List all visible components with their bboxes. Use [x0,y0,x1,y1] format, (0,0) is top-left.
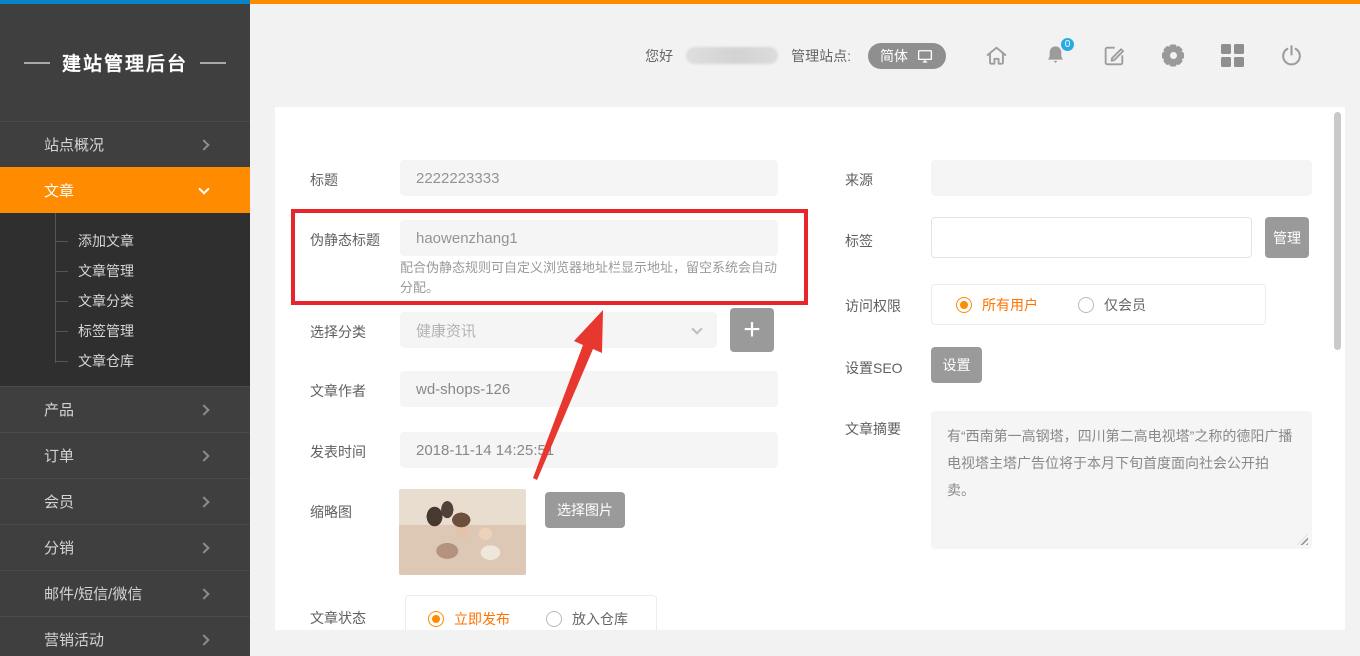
chevron-down-icon [198,183,209,194]
slug-help-text: 配合伪静态规则可自定义浏览器地址栏显示地址，留空系统会自动分配。 [400,258,782,298]
chevron-right-icon [198,496,209,507]
seo-settings-button[interactable]: 设置 [931,347,982,383]
category-field-label: 选择分类 [310,322,366,342]
sidebar-item-label: 订单 [44,445,74,466]
slug-field-label: 伪静态标题 [310,230,380,250]
redacted-username [686,47,778,64]
top-header-bar: 您好 管理站点: 简体 0 [250,4,1360,107]
notification-badge: 0 [1059,36,1076,53]
select-chevron-icon [691,323,702,334]
slug-input[interactable] [400,220,778,256]
sidebar-item-label: 产品 [44,399,74,420]
sidebar-item-distribution[interactable]: 分销 [0,524,250,570]
sidebar-item-label: 站点概况 [44,134,104,155]
summary-field-label: 文章摘要 [845,419,901,439]
sidebar: 建站管理后台 站点概况 文章 添加文章 文章管理 文章分类 标签管理 文章仓库 … [0,4,250,656]
monitor-icon [916,47,934,65]
sidebar-item-site-overview[interactable]: 站点概况 [0,121,250,167]
status-publish-label: 立即发布 [454,609,510,629]
source-input[interactable] [931,160,1312,196]
access-rights-group: 所有用户 仅会员 [931,284,1266,325]
category-select[interactable]: 健康资讯 [400,312,717,348]
author-field-label: 文章作者 [310,381,366,401]
sidebar-subitem-add-article[interactable]: 添加文章 [0,226,250,256]
publish-time-field-label: 发表时间 [310,442,366,462]
home-glyph [984,43,1009,68]
language-switch-button[interactable]: 简体 [868,43,946,69]
status-warehouse-label: 放入仓库 [572,609,628,629]
chevron-right-icon [198,450,209,461]
sidebar-item-label: 会员 [44,491,74,512]
chevron-right-icon [198,404,209,415]
thumbnail-image [399,489,526,575]
tags-field-label: 标签 [845,231,873,251]
category-selected-value: 健康资讯 [416,320,476,341]
status-publish-radio[interactable] [428,611,444,627]
title-dash-left [24,62,50,64]
sidebar-item-label: 分销 [44,537,74,558]
sidebar-subitem-article-manage[interactable]: 文章管理 [0,256,250,286]
add-category-button[interactable]: + [730,308,774,352]
title-dash-right [200,62,226,64]
notifications-bell-icon[interactable]: 0 [1042,43,1068,69]
settings-gear-icon[interactable] [1160,43,1186,69]
power-logout-icon[interactable] [1278,43,1304,69]
article-edit-panel: 标题 伪静态标题 配合伪静态规则可自定义浏览器地址栏显示地址，留空系统会自动分配… [275,107,1345,630]
gear-glyph [1161,44,1185,68]
access-members-only-radio[interactable] [1078,297,1094,313]
access-field-label: 访问权限 [845,296,901,316]
grid-glyph [1221,44,1244,67]
language-label: 简体 [880,46,908,66]
apps-grid-icon[interactable] [1219,43,1245,69]
sidebar-item-label: 邮件/短信/微信 [44,583,142,604]
app-title: 建站管理后台 [62,49,188,76]
edit-icon[interactable] [1101,43,1127,69]
chevron-right-icon [198,542,209,553]
tags-input[interactable] [931,217,1252,258]
access-all-users-radio[interactable] [956,297,972,313]
title-input[interactable] [400,160,778,196]
seo-field-label: 设置SEO [845,358,903,378]
sidebar-item-marketing[interactable]: 营销活动 [0,616,250,656]
publish-time-input[interactable] [400,432,778,468]
sidebar-item-articles[interactable]: 文章 [0,167,250,213]
sidebar-item-label: 营销活动 [44,629,104,650]
summary-textarea[interactable]: 有“西南第一高钢塔，四川第二高电视塔”之称的德阳广播电视塔主塔广告位将于本月下旬… [931,411,1312,549]
home-icon[interactable] [983,43,1009,69]
manage-site-label: 管理站点: [791,46,851,66]
sidebar-item-mail-sms-wechat[interactable]: 邮件/短信/微信 [0,570,250,616]
sidebar-subitem-article-warehouse[interactable]: 文章仓库 [0,346,250,376]
sidebar-subitem-tag-manage[interactable]: 标签管理 [0,316,250,346]
chevron-right-icon [198,139,209,150]
sidebar-item-products[interactable]: 产品 [0,386,250,432]
source-field-label: 来源 [845,170,873,190]
chevron-right-icon [198,634,209,645]
article-status-group: 立即发布 放入仓库 [405,595,657,630]
header-icon-group: 0 [983,43,1304,69]
access-members-only-label: 仅会员 [1104,295,1146,315]
edit-glyph [1102,43,1127,68]
sidebar-item-orders[interactable]: 订单 [0,432,250,478]
access-all-users-label: 所有用户 [982,295,1038,315]
sidebar-subitem-article-category[interactable]: 文章分类 [0,286,250,316]
sidebar-item-label: 文章 [44,180,74,201]
title-field-label: 标题 [310,170,338,190]
sidebar-header: 建站管理后台 [0,4,250,121]
sidebar-item-members[interactable]: 会员 [0,478,250,524]
status-field-label: 文章状态 [310,608,366,628]
greeting-text: 您好 [645,46,673,66]
panel-scrollbar[interactable] [1334,112,1341,350]
admin-page: { "sidebar": { "title": "建站管理后台", "menu"… [0,0,1360,656]
status-warehouse-radio[interactable] [546,611,562,627]
chevron-right-icon [198,588,209,599]
choose-image-button[interactable]: 选择图片 [545,492,625,528]
thumbnail-field-label: 缩略图 [310,502,352,522]
author-input[interactable] [400,371,778,407]
power-glyph [1279,43,1304,68]
articles-submenu: 添加文章 文章管理 文章分类 标签管理 文章仓库 [0,213,250,386]
manage-tags-button[interactable]: 管理 [1265,217,1309,258]
